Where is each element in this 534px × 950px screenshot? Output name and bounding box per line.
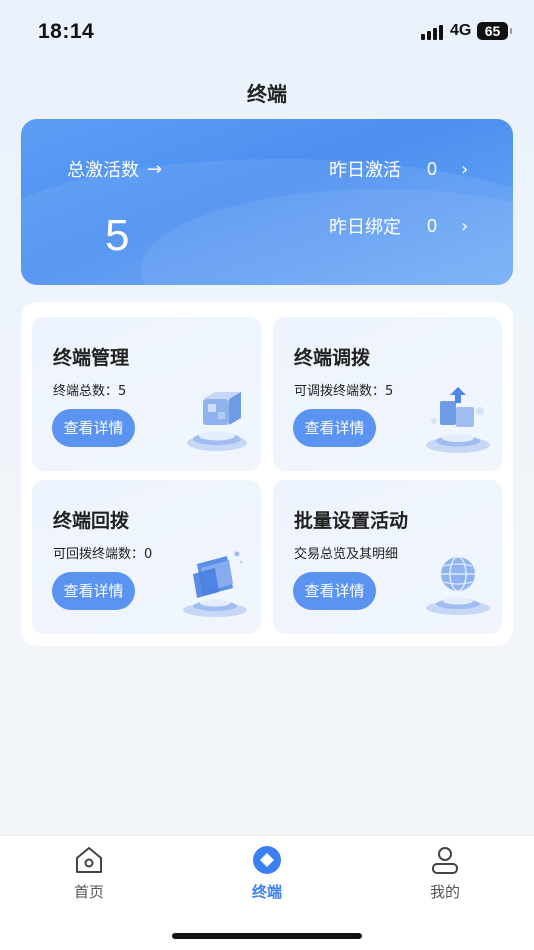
card-subtitle: 终端总数：5	[53, 384, 127, 399]
tab-terminal[interactable]: 终端	[207, 836, 327, 906]
batch-activity-card[interactable]: 批量设置活动 交易总览及其明细 查看详情	[273, 480, 502, 634]
signal-icon	[421, 24, 445, 40]
home-icon	[76, 847, 102, 873]
status-time: 18:14	[38, 20, 95, 43]
features-panel: 终端管理 终端总数：5 查看详情 终端调拨 可调拨终端数：5 查看详情 终端回拨…	[21, 302, 513, 646]
card-title: 终端管理	[53, 347, 130, 369]
arrow-right-icon: →	[147, 158, 163, 180]
yesterday-bound-value: 0	[427, 215, 438, 236]
terminal-recall-card[interactable]: 终端回拨 可回拨终端数：0 查看详情	[32, 480, 261, 634]
card-subtitle: 交易总览及其明细	[294, 547, 399, 562]
tab-mine[interactable]: 我的	[385, 836, 505, 906]
yesterday-activated-row[interactable]: 昨日激活 0 ›	[329, 156, 468, 182]
terminal-transfer-card[interactable]: 终端调拨 可调拨终端数：5 查看详情	[273, 317, 502, 471]
network-type: 4G	[450, 22, 472, 39]
globe-icon	[426, 556, 490, 615]
tab-label: 我的	[429, 883, 460, 901]
battery-icon: 65	[477, 22, 512, 40]
card-title: 批量设置活动	[294, 510, 409, 532]
summary-card: 总激活数 → 5 昨日激活 0 › 昨日绑定 0 ›	[21, 119, 513, 285]
cube-icon	[187, 392, 247, 451]
view-details-button[interactable]: 查看详情	[52, 409, 135, 447]
yesterday-bound-label: 昨日绑定	[329, 217, 401, 238]
yesterday-bound-row[interactable]: 昨日绑定 0 ›	[329, 213, 468, 239]
transfer-boxes-icon	[426, 387, 490, 453]
status-bar: 18:14 4G 65	[0, 0, 534, 60]
tab-home[interactable]: 首页	[29, 836, 149, 906]
user-icon	[432, 847, 458, 874]
total-activations-value: 5	[105, 211, 130, 260]
view-details-button[interactable]: 查看详情	[293, 409, 376, 447]
chevron-right-icon: ›	[461, 215, 469, 237]
page-title: 终端	[247, 82, 287, 106]
view-details-button[interactable]: 查看详情	[52, 572, 135, 610]
card-subtitle: 可回拨终端数：0	[53, 547, 153, 562]
chevron-right-icon: ›	[461, 158, 469, 180]
folder-return-icon	[183, 551, 247, 617]
view-details-button[interactable]: 查看详情	[293, 572, 376, 610]
yesterday-activated-label: 昨日激活	[329, 160, 401, 181]
total-activations-link[interactable]: 总激活数 →	[67, 156, 162, 182]
card-subtitle: 可调拨终端数：5	[294, 384, 394, 399]
terminal-diamond-icon	[253, 846, 281, 874]
tab-label: 终端	[251, 883, 282, 901]
home-indicator	[172, 933, 362, 939]
yesterday-activated-value: 0	[427, 158, 438, 179]
total-activations-label: 总激活数	[67, 160, 139, 181]
card-title: 终端回拨	[53, 510, 130, 532]
card-title: 终端调拨	[294, 347, 371, 369]
terminal-management-card[interactable]: 终端管理 终端总数：5 查看详情	[32, 317, 261, 471]
tab-label: 首页	[73, 883, 104, 901]
